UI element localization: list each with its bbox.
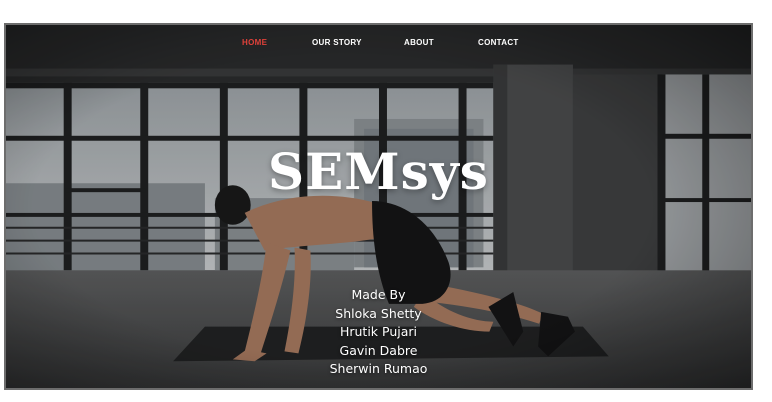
nav-our-story[interactable]: OUR STORY <box>312 38 362 47</box>
member-name: Gavin Dabre <box>339 342 418 358</box>
credits-heading: Made By <box>351 287 406 302</box>
nav-home[interactable]: HOME <box>242 38 267 47</box>
hero-section: HOME OUR STORY ABOUT CONTACT SEMsys Made… <box>4 23 753 390</box>
nav-contact[interactable]: CONTACT <box>478 38 519 47</box>
credits-block: Made By Shloka Shetty Hrutik Pujari Gavi… <box>6 286 751 379</box>
hero-title: SEMsys <box>268 142 489 201</box>
member-name: Hrutik Pujari <box>339 324 418 339</box>
member-name: Sherwin Rumao <box>329 361 428 376</box>
member-name: Shloka Shetty <box>335 305 422 321</box>
top-nav: HOME OUR STORY ABOUT CONTACT <box>6 25 751 61</box>
nav-about[interactable]: ABOUT <box>404 38 434 47</box>
